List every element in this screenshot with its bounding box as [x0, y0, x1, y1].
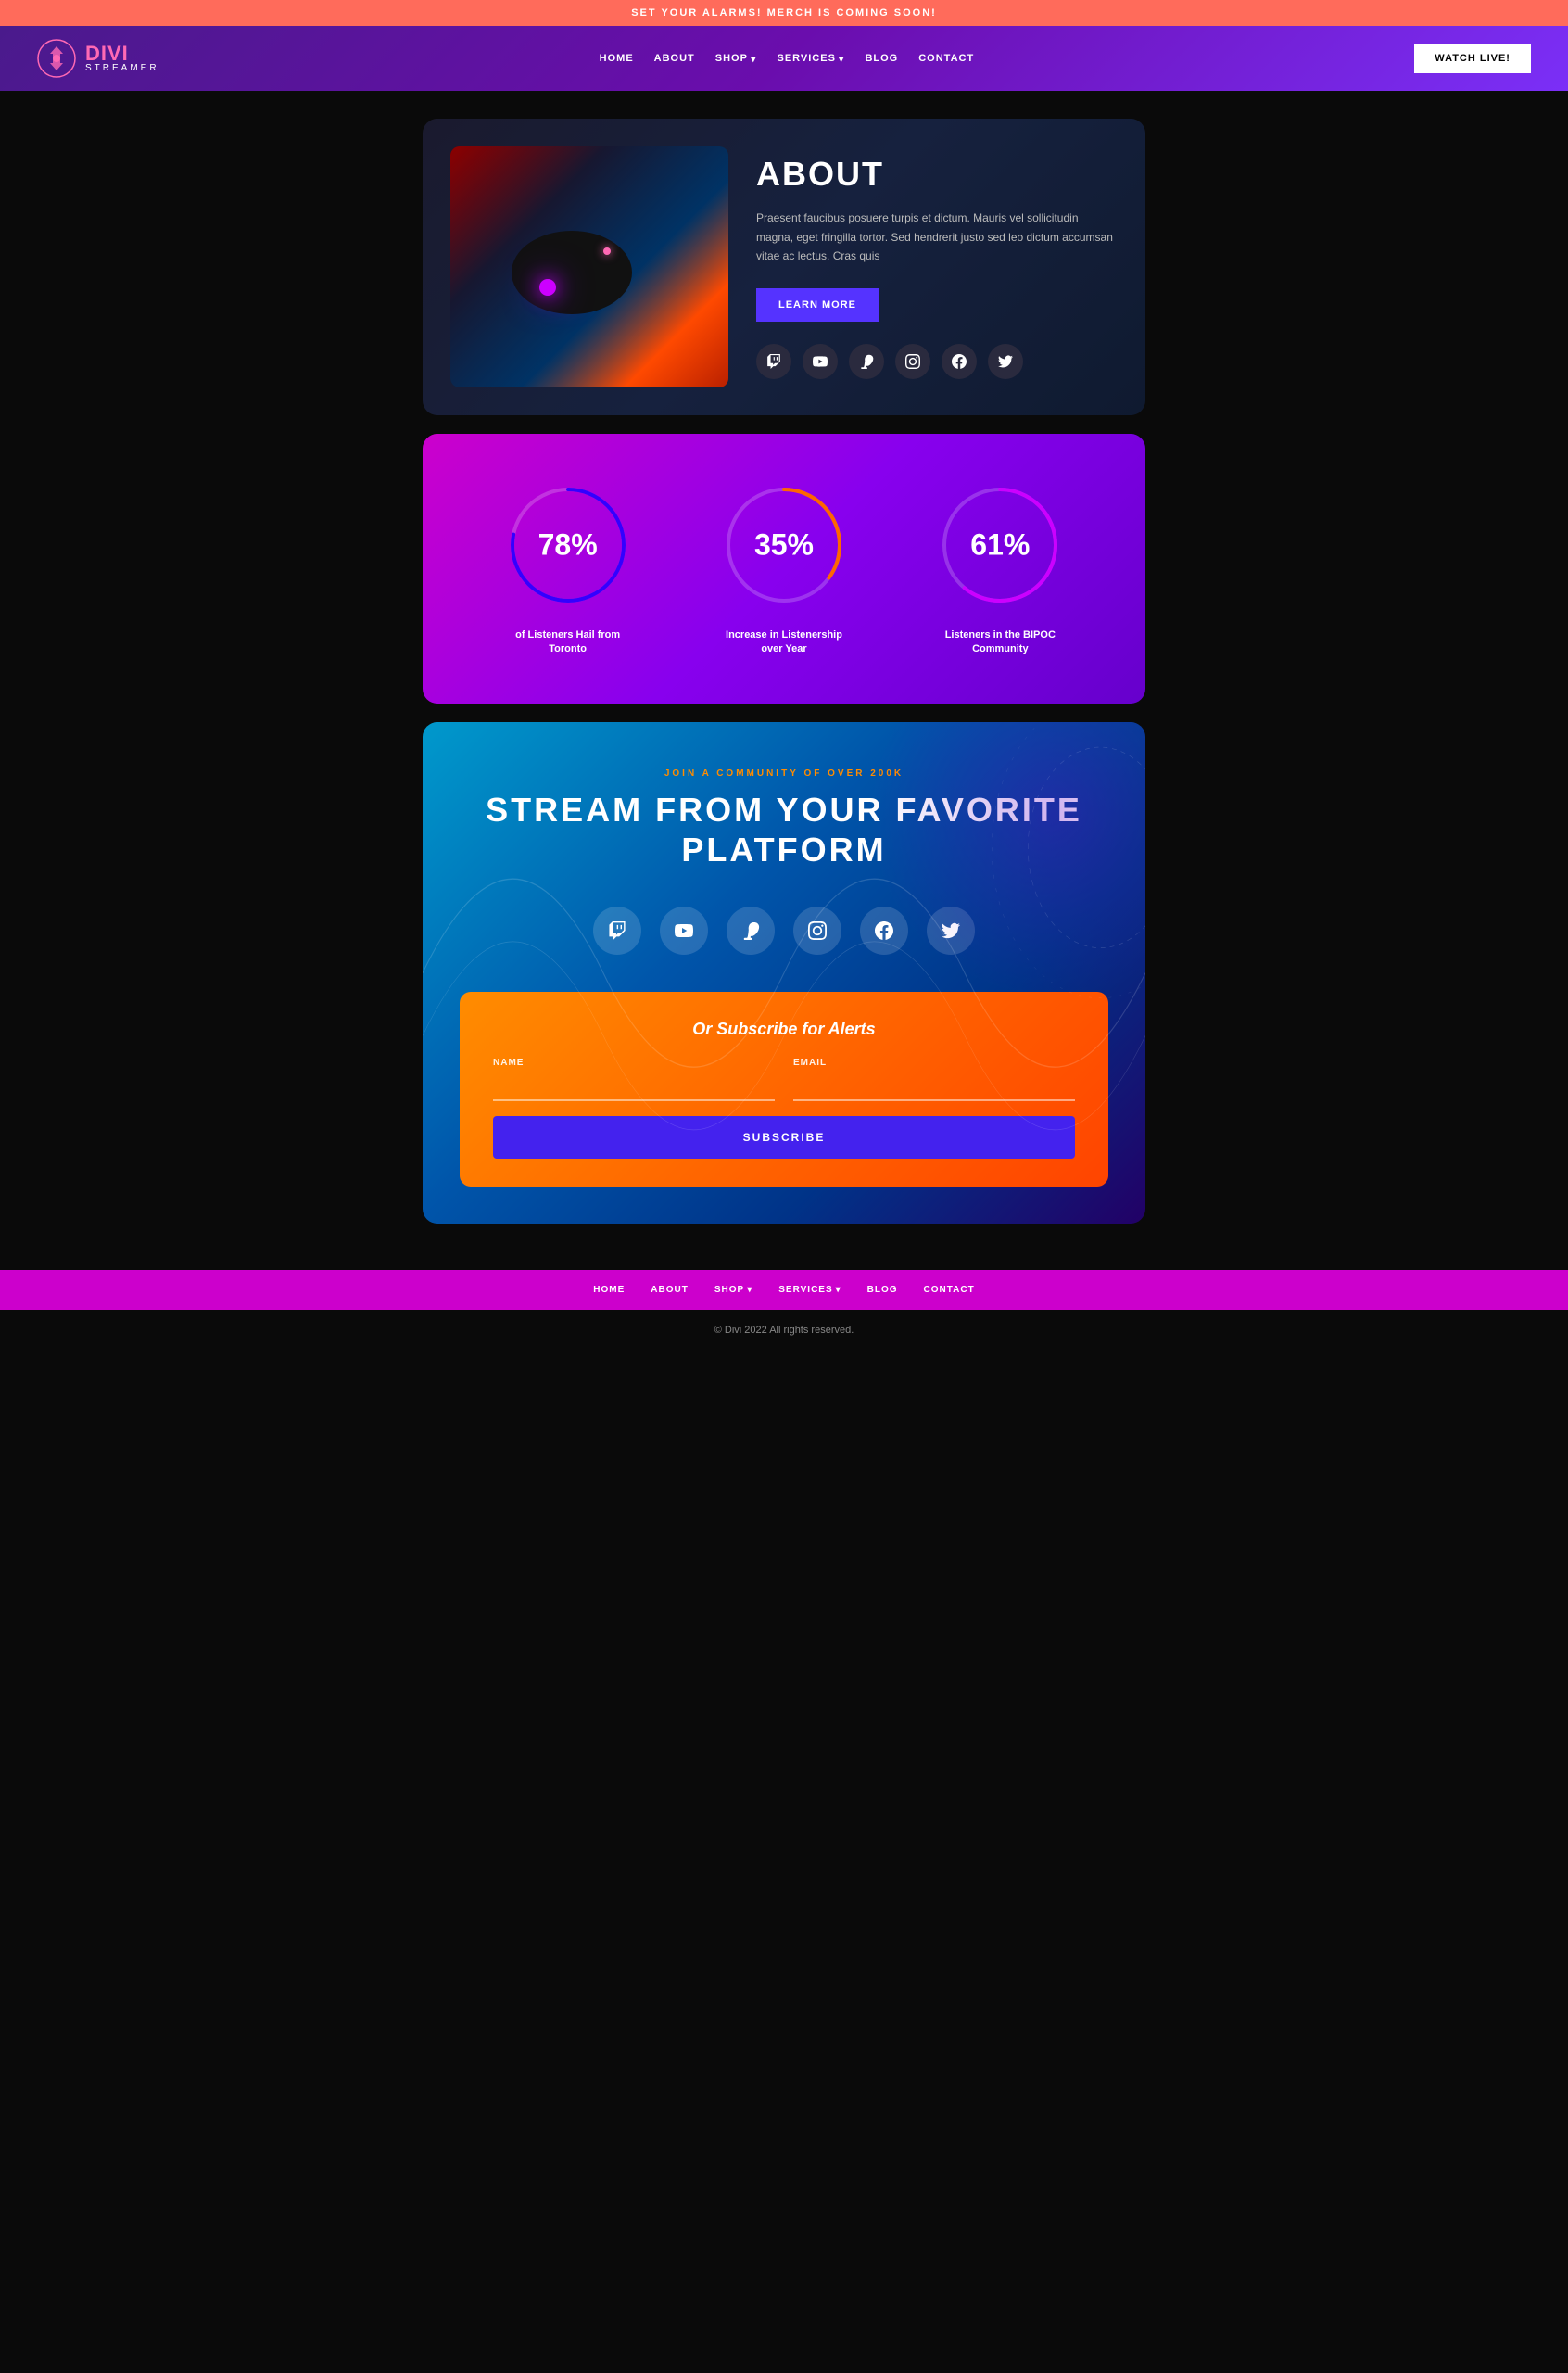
footer-services-chevron: ▾	[836, 1285, 841, 1295]
footer-nav-contact[interactable]: CONTACT	[924, 1285, 975, 1295]
stream-social-icons	[460, 907, 1108, 955]
footer-nav: HOME ABOUT SHOP ▾ SERVICES ▾ BLOG CONTAC…	[0, 1270, 1568, 1310]
about-title: ABOUT	[756, 155, 1118, 194]
about-content: ABOUT Praesent faucibus posuere turpis e…	[756, 155, 1118, 378]
footer-copyright: © Divi 2022 All rights reserved.	[0, 1325, 1568, 1354]
logo-brand: DIVI	[85, 44, 159, 64]
nav-about[interactable]: ABOUT	[654, 53, 695, 64]
stat-circle-3: 61%	[935, 480, 1065, 610]
logo: DIVI STREAMER	[37, 39, 159, 78]
email-input-group: EMAIL	[793, 1058, 1075, 1101]
nav-home[interactable]: HOME	[600, 53, 634, 64]
subscribe-title: Or Subscribe for Alerts	[493, 1020, 1075, 1039]
top-banner: SET YOUR ALARMS! MERCH IS COMING SOON!	[0, 0, 1568, 26]
about-patreon-icon[interactable]	[849, 344, 884, 379]
stat-label-2: Increase in Listenership over Year	[724, 628, 844, 657]
subscribe-button[interactable]: SUBSCRIBE	[493, 1116, 1075, 1159]
about-image-placeholder	[450, 146, 728, 387]
footer-nav-home[interactable]: HOME	[593, 1285, 625, 1295]
about-twitch-icon[interactable]	[756, 344, 791, 379]
stream-section: JOIN A COMMUNITY OF OVER 200K STREAM FRO…	[423, 722, 1145, 1224]
email-input[interactable]	[793, 1072, 1075, 1101]
name-label: NAME	[493, 1058, 775, 1068]
about-description: Praesent faucibus posuere turpis et dict…	[756, 209, 1118, 265]
stream-subtitle: JOIN A COMMUNITY OF OVER 200K	[460, 768, 1108, 779]
footer-nav-about[interactable]: ABOUT	[651, 1285, 689, 1295]
about-twitter-icon[interactable]	[988, 344, 1023, 379]
stat-item-1: 78% of Listeners Hail from Toronto	[503, 480, 633, 657]
services-chevron: ▾	[839, 53, 845, 65]
header: DIVI STREAMER HOME ABOUT SHOP ▾ SERVICES…	[0, 26, 1568, 91]
about-youtube-icon[interactable]	[803, 344, 838, 379]
shop-chevron: ▾	[751, 53, 757, 65]
stat-value-3: 61%	[970, 528, 1030, 563]
footer-shop-chevron: ▾	[747, 1285, 752, 1295]
about-facebook-icon[interactable]	[942, 344, 977, 379]
main-nav: HOME ABOUT SHOP ▾ SERVICES ▾ BLOG CONTAC…	[600, 53, 975, 65]
nav-shop[interactable]: SHOP ▾	[715, 53, 757, 65]
logo-text: DIVI STREAMER	[85, 44, 159, 73]
logo-subtitle: STREAMER	[85, 64, 159, 73]
about-card: ABOUT Praesent faucibus posuere turpis e…	[423, 119, 1145, 415]
stream-youtube-icon[interactable]	[660, 907, 708, 955]
stream-twitch-icon[interactable]	[593, 907, 641, 955]
stat-label-1: of Listeners Hail from Toronto	[508, 628, 628, 657]
learn-more-button[interactable]: LEARN MORE	[756, 288, 879, 322]
stream-instagram-icon[interactable]	[793, 907, 841, 955]
subscribe-inputs: NAME EMAIL	[493, 1058, 1075, 1101]
stream-title: STREAM FROM YOUR FAVORITEPLATFORM	[460, 790, 1108, 869]
subscribe-box: Or Subscribe for Alerts NAME EMAIL SUBSC…	[460, 992, 1108, 1186]
footer-nav-blog[interactable]: BLOG	[867, 1285, 898, 1295]
email-label: EMAIL	[793, 1058, 1075, 1068]
nav-blog[interactable]: BLOG	[865, 53, 898, 64]
stat-item-2: 35% Increase in Listenership over Year	[719, 480, 849, 657]
name-input[interactable]	[493, 1072, 775, 1101]
stream-facebook-icon[interactable]	[860, 907, 908, 955]
footer-nav-shop[interactable]: SHOP ▾	[714, 1285, 752, 1295]
stats-section: 78% of Listeners Hail from Toronto 35% I…	[423, 434, 1145, 704]
name-input-group: NAME	[493, 1058, 775, 1101]
stat-circle-2: 35%	[719, 480, 849, 610]
about-social-icons	[756, 344, 1118, 379]
about-image	[450, 146, 728, 387]
main-content: ABOUT Praesent faucibus posuere turpis e…	[404, 91, 1164, 1270]
stat-label-3: Listeners in the BIPOC Community	[940, 628, 1060, 657]
stream-patreon-icon[interactable]	[727, 907, 775, 955]
footer-nav-services[interactable]: SERVICES ▾	[778, 1285, 841, 1295]
stat-value-2: 35%	[754, 528, 814, 563]
nav-services[interactable]: SERVICES ▾	[777, 53, 844, 65]
stat-circle-1: 78%	[503, 480, 633, 610]
stream-twitter-icon[interactable]	[927, 907, 975, 955]
watch-live-button[interactable]: WATCH LIVE!	[1414, 44, 1531, 73]
about-instagram-icon[interactable]	[895, 344, 930, 379]
footer: HOME ABOUT SHOP ▾ SERVICES ▾ BLOG CONTAC…	[0, 1270, 1568, 1354]
nav-contact[interactable]: CONTACT	[918, 53, 974, 64]
stat-item-3: 61% Listeners in the BIPOC Community	[935, 480, 1065, 657]
banner-text: SET YOUR ALARMS! MERCH IS COMING SOON!	[631, 7, 937, 19]
logo-icon	[37, 39, 76, 78]
stat-value-1: 78%	[538, 528, 598, 563]
